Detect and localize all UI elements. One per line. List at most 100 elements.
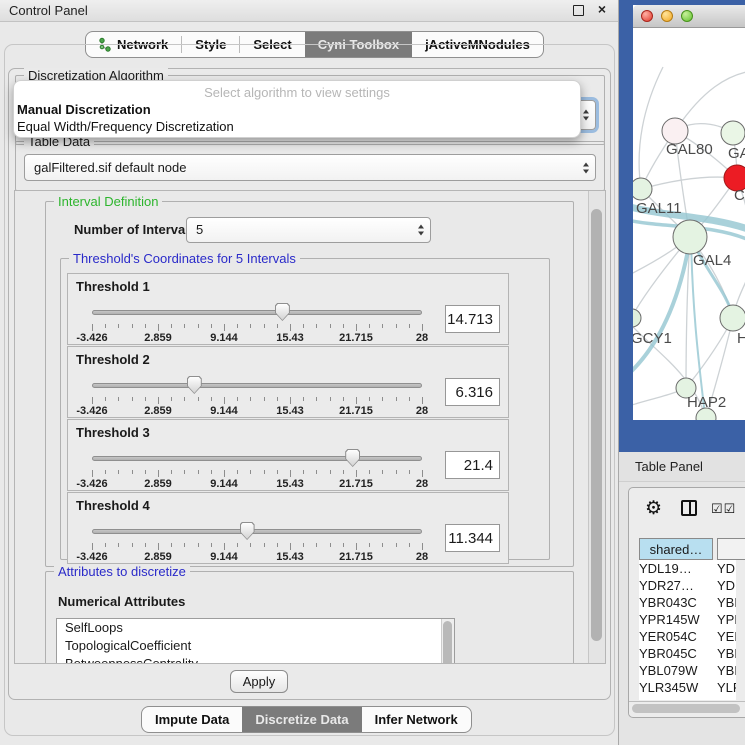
attribute-item-betweennesscentrality[interactable]: BetweennessCentrality [57, 655, 454, 664]
slider-handle[interactable] [187, 376, 202, 394]
settings-scrollbar-thumb[interactable] [591, 209, 602, 641]
slider-track[interactable] [92, 310, 422, 315]
scale-label: -3.426 [76, 405, 107, 417]
table-column-header-na[interactable]: na [717, 538, 745, 560]
slider-tick [369, 470, 370, 474]
table-row[interactable]: YDR27…YDR2 [639, 577, 736, 594]
node-label: C [734, 187, 745, 204]
close-icon[interactable]: × [598, 1, 606, 17]
threshold-value-field[interactable]: 6.316 [445, 378, 500, 406]
slider-handle[interactable] [345, 449, 360, 467]
threshold-slider[interactable]: -3.4262.8599.14415.4321.71528 [92, 448, 422, 490]
node-label: HAP2 [687, 394, 726, 411]
cell-name: YPR1 [717, 611, 736, 628]
zoom-traffic-light-icon[interactable] [681, 10, 693, 22]
tab-infer-network[interactable]: Infer Network [362, 707, 471, 732]
slider-tick [250, 397, 251, 401]
hscrollbar-thumb[interactable] [632, 704, 740, 713]
network-view-window: GAL80GACGAL11GAL4GCY1HHAP2 [633, 5, 745, 420]
table-row[interactable]: YBR045CYBR0 [639, 645, 736, 662]
apply-button[interactable]: Apply [230, 670, 288, 693]
threshold-slider[interactable]: -3.4262.8599.14415.4321.71528 [92, 302, 422, 344]
table-row[interactable]: YBR043CYBR0 [639, 594, 736, 611]
scale-label: 2.859 [144, 405, 172, 417]
scale-label: -3.426 [76, 478, 107, 490]
numerical-attributes-label: Numerical Attributes [58, 594, 185, 609]
threshold-value-field[interactable]: 21.4 [445, 451, 500, 479]
cell-name: YBR0 [717, 645, 736, 662]
cell-shared-name: YER054C [639, 628, 713, 645]
thresholds-group: Threshold's Coordinates for 5 Intervals … [60, 258, 550, 560]
slider-handle[interactable] [275, 303, 290, 321]
threshold-slider[interactable]: -3.4262.8599.14415.4321.71528 [92, 521, 422, 563]
table-row[interactable]: YPR145WYPR1 [639, 611, 736, 628]
table-horizontal-scrollbar[interactable] [629, 701, 745, 715]
slider-track[interactable] [92, 456, 422, 461]
number-of-intervals-select[interactable]: 5 [186, 217, 431, 243]
slider-tick [224, 470, 225, 477]
threshold-value-field[interactable]: 11.344 [445, 524, 500, 552]
threshold-label: Threshold 3 [76, 425, 150, 440]
table-row[interactable]: YBL079WYBL0 [639, 662, 736, 679]
slider-tick [356, 397, 357, 404]
slider-tick [277, 397, 278, 401]
slider-tick [343, 470, 344, 474]
cell-shared-name: YPR145W [639, 611, 713, 628]
tab-discretize-data[interactable]: Discretize Data [242, 707, 361, 732]
minimize-traffic-light-icon[interactable] [661, 10, 673, 22]
checkbox-columns-icon[interactable]: ☑☑ [711, 501, 736, 517]
slider-track[interactable] [92, 529, 422, 534]
network-node-gal4[interactable] [673, 220, 707, 254]
slider-handle[interactable] [240, 522, 255, 540]
slider-track[interactable] [92, 383, 422, 388]
float-window-icon[interactable] [573, 5, 584, 16]
slider-tick [184, 397, 185, 401]
algorithm-option-equal-width-frequency-discretization[interactable]: Equal Width/Frequency Discretization [14, 118, 580, 135]
slider-tick [277, 324, 278, 328]
attribute-item-topologicalcoefficient[interactable]: TopologicalCoefficient [57, 637, 454, 655]
attributes-scrollbar[interactable] [441, 619, 454, 664]
threshold-panel-1: Threshold 1-3.4262.8599.14415.4321.71528… [67, 273, 509, 345]
network-node-h[interactable] [720, 305, 745, 331]
algorithm-option-manual-discretization[interactable]: Manual Discretization [14, 101, 580, 118]
scale-label: 2.859 [144, 478, 172, 490]
threshold-value-field[interactable]: 14.713 [445, 305, 500, 333]
attribute-item-selfloops[interactable]: SelfLoops [57, 619, 454, 637]
cell-shared-name: YLR345W [639, 679, 713, 696]
close-traffic-light-icon[interactable] [641, 10, 653, 22]
settings-scrollbar-track[interactable] [588, 191, 605, 663]
slider-tick [184, 543, 185, 547]
table-row[interactable]: YER054CYER0 [639, 628, 736, 645]
bottom-tabbar: Impute DataDiscretize DataInfer Network [141, 706, 472, 733]
slider-tick [303, 397, 304, 401]
table-data-select[interactable]: galFiltered.sif default node [24, 154, 596, 181]
slider-tick [396, 470, 397, 474]
slider-tick [105, 470, 106, 474]
network-node-gcy1[interactable] [633, 309, 641, 327]
table-row[interactable]: YDL19…YDL1 [639, 560, 736, 577]
attributes-group: Attributes to discretize Numerical Attri… [45, 571, 574, 664]
interval-definition-group: Interval Definition Number of Intervals … [45, 201, 574, 567]
table-row[interactable]: YLR345WYLR3 [639, 679, 736, 696]
node-label: GAL80 [666, 141, 713, 158]
slider-tick [171, 397, 172, 401]
table-row[interactable]: YIL052CYIL0 [639, 696, 736, 700]
slider-tick [382, 397, 383, 401]
slider-tick [237, 397, 238, 401]
slider-tick [118, 397, 119, 401]
slider-tick [211, 324, 212, 328]
tab-impute-data[interactable]: Impute Data [142, 707, 242, 732]
threshold-slider[interactable]: -3.4262.8599.14415.4321.71528 [92, 375, 422, 417]
scale-label: 21.715 [339, 405, 373, 417]
split-pane-icon[interactable] [681, 500, 697, 516]
table-column-header-shared-[interactable]: shared… [639, 538, 713, 560]
node-label: GAL4 [693, 252, 731, 269]
scale-label: 15.43 [276, 478, 304, 490]
network-canvas[interactable]: GAL80GACGAL11GAL4GCY1HHAP2 [633, 27, 745, 420]
network-node-ga[interactable] [721, 121, 745, 145]
network-node-gal11[interactable] [633, 178, 652, 200]
gear-icon[interactable]: ⚙ [645, 497, 662, 520]
slider-tick [382, 324, 383, 328]
slider-tick [369, 397, 370, 401]
numerical-attributes-list[interactable]: SelfLoopsTopologicalCoefficientBetweenne… [56, 618, 455, 664]
